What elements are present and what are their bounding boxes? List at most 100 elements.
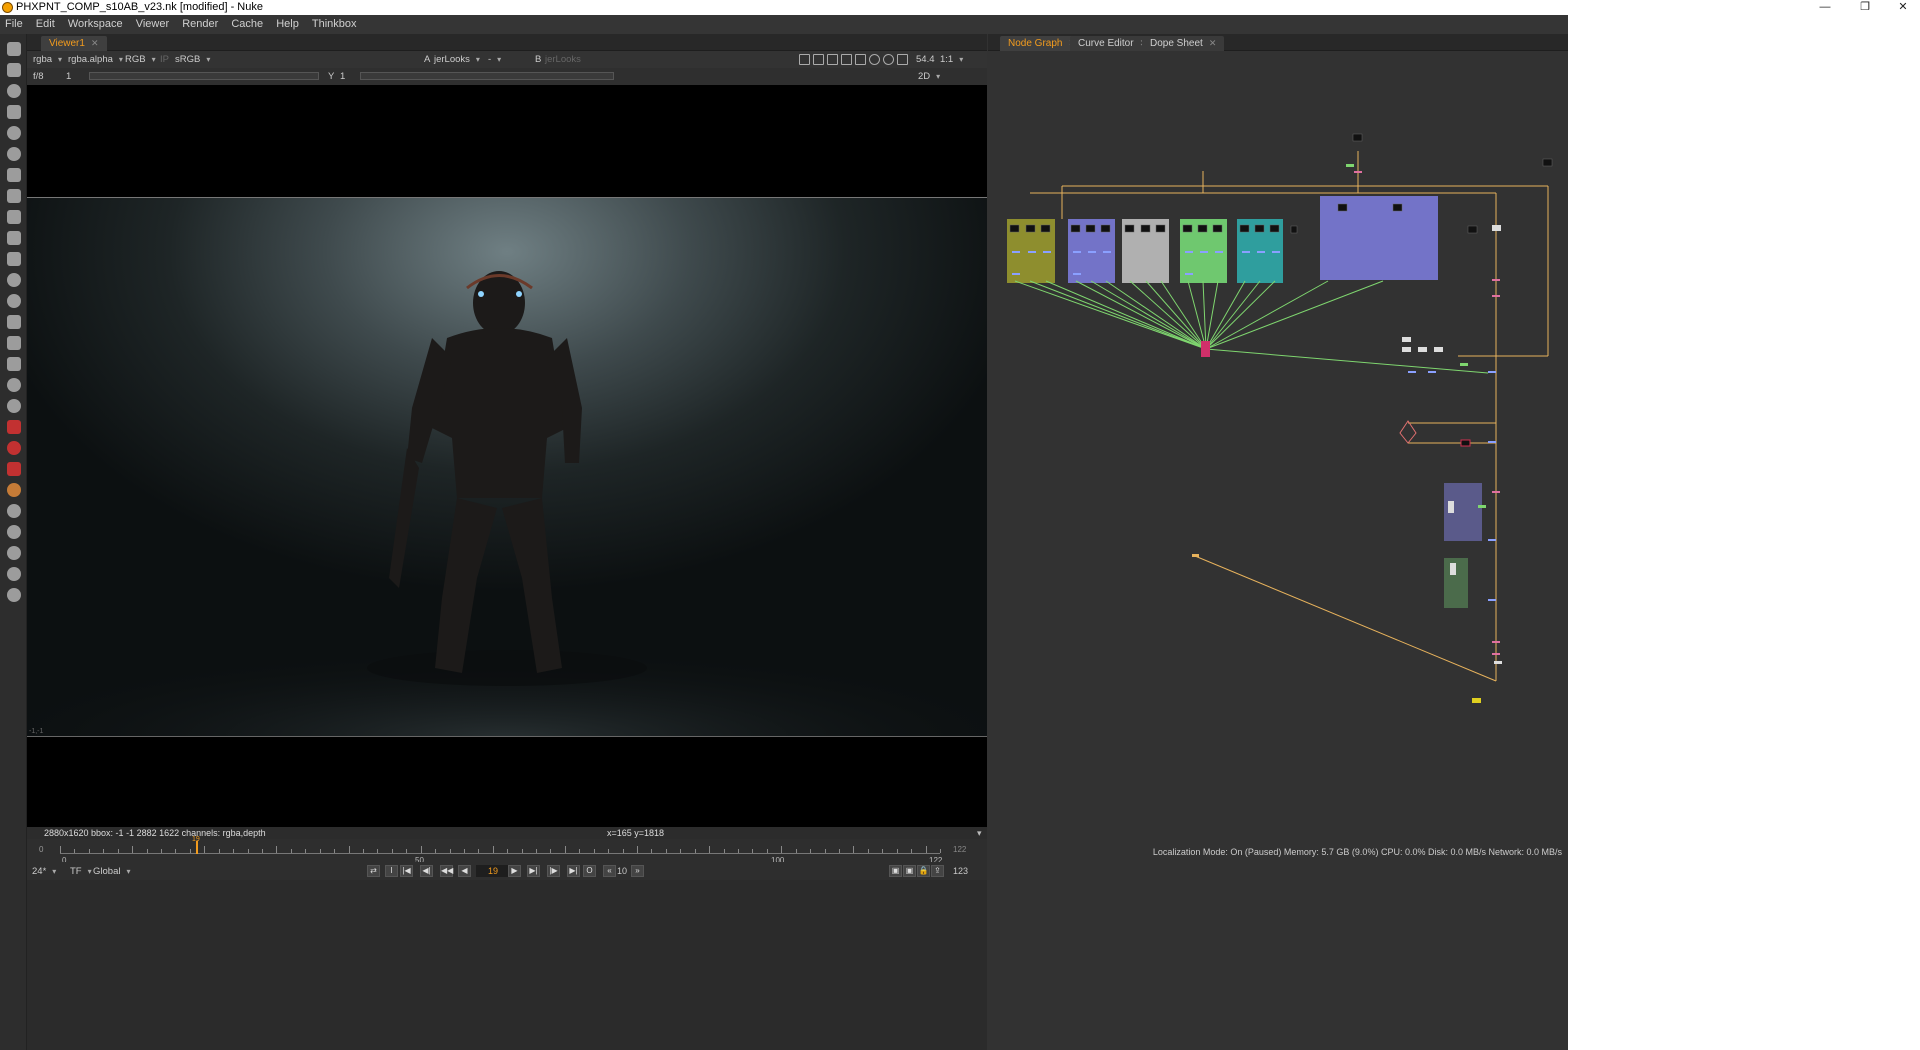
end-frame-field[interactable]: 123 — [953, 866, 968, 876]
skip-back-icon[interactable]: « — [603, 865, 616, 877]
maximize-icon[interactable]: ❐ — [1850, 0, 1880, 15]
wipe-icon[interactable] — [827, 54, 838, 65]
3d-nodes-icon[interactable] — [7, 231, 21, 245]
gizmo-2-icon[interactable] — [7, 525, 21, 539]
timeline[interactable]: 0 19 0 50 100 122 122 — [27, 836, 987, 865]
current-frame-field[interactable]: 19 — [476, 865, 510, 877]
proxy-dropdown[interactable]: 1:1 — [937, 53, 966, 66]
timeline-tick — [420, 846, 422, 853]
input-a-dropdown[interactable]: jerLooks — [431, 53, 479, 66]
other-nodes-icon[interactable] — [7, 357, 21, 371]
fps-dropdown[interactable]: 24* — [29, 865, 59, 878]
viewer-exposure-row: f/8 1 Y 1 2D — [27, 68, 987, 85]
fstop-value[interactable]: f/8 — [30, 70, 47, 83]
tab-dope-sheet[interactable]: Dope Sheet ✕ — [1142, 36, 1225, 51]
filter-nodes-icon[interactable] — [7, 147, 21, 161]
menu-viewer[interactable]: Viewer — [131, 15, 174, 34]
merge-node[interactable] — [1201, 341, 1210, 357]
colorspace-dropdown[interactable]: sRGB — [172, 53, 213, 66]
step-back-icon[interactable]: ◀ — [458, 865, 471, 877]
viewer-image[interactable] — [27, 197, 987, 737]
minimize-icon[interactable]: — — [1810, 0, 1840, 15]
ip-button[interactable]: IP — [157, 53, 172, 66]
time-nodes-icon[interactable] — [7, 84, 21, 98]
lut-icon[interactable] — [855, 54, 866, 65]
gizmo-s-icon[interactable] — [7, 546, 21, 560]
step-forward-icon[interactable]: ▶| — [527, 865, 540, 877]
lock-icon[interactable]: 🔒 — [917, 865, 930, 877]
prev-keyframe-icon[interactable]: ◀| — [420, 865, 433, 877]
display-mode-dropdown[interactable]: RGB — [122, 53, 159, 66]
timeline-track[interactable] — [60, 844, 941, 854]
in-point-icon[interactable]: I — [385, 865, 398, 877]
draw-nodes-icon[interactable] — [7, 63, 21, 77]
plugin-orange-icon[interactable] — [7, 483, 21, 497]
channels-dropdown[interactable]: rgba — [30, 53, 65, 66]
input-b-dropdown[interactable]: jerLooks — [542, 53, 584, 66]
plugin-red-1-icon[interactable] — [7, 420, 21, 434]
info-expand-icon[interactable]: ▾ — [977, 827, 982, 839]
play-forward-icon[interactable]: ▶ — [508, 865, 521, 877]
color-nodes-icon[interactable] — [7, 126, 21, 140]
gizmo-3-icon[interactable] — [7, 567, 21, 581]
keyer-nodes-icon[interactable] — [7, 168, 21, 182]
scope-dropdown[interactable]: Global — [90, 865, 133, 878]
gain-slider[interactable] — [89, 72, 319, 80]
timeline-end-field[interactable]: 122 — [953, 845, 966, 854]
render-icon[interactable]: ▣ — [903, 865, 916, 877]
close-tab-icon[interactable]: ✕ — [91, 38, 99, 48]
roi-icon[interactable] — [799, 54, 810, 65]
next-keyframe-icon[interactable]: |▶ — [547, 865, 560, 877]
step-size-field[interactable]: 10 — [617, 866, 627, 876]
deep-nodes-icon[interactable] — [7, 273, 21, 287]
first-frame-icon[interactable]: |◀ — [400, 865, 413, 877]
clip-warning-icon[interactable] — [841, 54, 852, 65]
tab-viewer1[interactable]: Viewer1 ✕ — [41, 36, 107, 51]
gizmo-4-icon[interactable] — [7, 588, 21, 602]
close-icon[interactable]: ✕ — [1888, 0, 1918, 15]
furnace-nodes-icon[interactable] — [7, 378, 21, 392]
menu-edit[interactable]: Edit — [31, 15, 60, 34]
out-point-icon[interactable]: O — [583, 865, 596, 877]
merge-nodes-icon[interactable] — [7, 189, 21, 203]
refresh-icon[interactable] — [869, 54, 880, 65]
overlay-icon[interactable] — [813, 54, 824, 65]
timeline-start-field[interactable]: 0 — [39, 845, 43, 854]
export-icon[interactable]: ⇪ — [931, 865, 944, 877]
view-mode-dropdown[interactable]: 2D — [915, 70, 943, 83]
toolsets-icon[interactable] — [7, 336, 21, 350]
zoom-value[interactable]: 54.4 — [913, 53, 938, 66]
node-graph-canvas[interactable] — [988, 51, 1568, 861]
pause-icon[interactable] — [897, 54, 908, 65]
ocula-nodes-icon[interactable] — [7, 399, 21, 413]
plugin-red-2-icon[interactable] — [7, 441, 21, 455]
gamma-value[interactable]: 1 — [337, 70, 348, 83]
backdrop-blue-2[interactable] — [1320, 196, 1438, 280]
merge-op-dropdown[interactable]: - — [485, 53, 525, 66]
play-backward-icon[interactable]: ◀◀ — [440, 865, 453, 877]
close-tab-icon[interactable]: ✕ — [1209, 38, 1217, 48]
gamma-slider[interactable] — [360, 72, 614, 80]
flipbook-icon[interactable]: ▣ — [889, 865, 902, 877]
views-nodes-icon[interactable] — [7, 294, 21, 308]
plugin-red-3-icon[interactable] — [7, 462, 21, 476]
particles-nodes-icon[interactable] — [7, 252, 21, 266]
write-node[interactable] — [1472, 698, 1481, 703]
menu-help[interactable]: Help — [271, 15, 304, 34]
gain-value[interactable]: 1 — [63, 70, 74, 83]
transform-nodes-icon[interactable] — [7, 210, 21, 224]
image-nodes-icon[interactable] — [7, 42, 21, 56]
gpu-icon[interactable] — [883, 54, 894, 65]
metadata-nodes-icon[interactable] — [7, 315, 21, 329]
menu-render[interactable]: Render — [177, 15, 223, 34]
skip-forward-icon[interactable]: » — [631, 865, 644, 877]
channel-nodes-icon[interactable] — [7, 105, 21, 119]
menu-file[interactable]: File — [0, 15, 28, 34]
menu-workspace[interactable]: Workspace — [63, 15, 128, 34]
alpha-channel-dropdown[interactable]: rgba.alpha — [65, 53, 126, 66]
menu-cache[interactable]: Cache — [226, 15, 268, 34]
last-frame-icon[interactable]: ▶| — [567, 865, 580, 877]
gizmo-1-icon[interactable] — [7, 504, 21, 518]
playback-mode-icon[interactable]: ⇄ — [367, 865, 380, 877]
menu-thinkbox[interactable]: Thinkbox — [307, 15, 362, 34]
